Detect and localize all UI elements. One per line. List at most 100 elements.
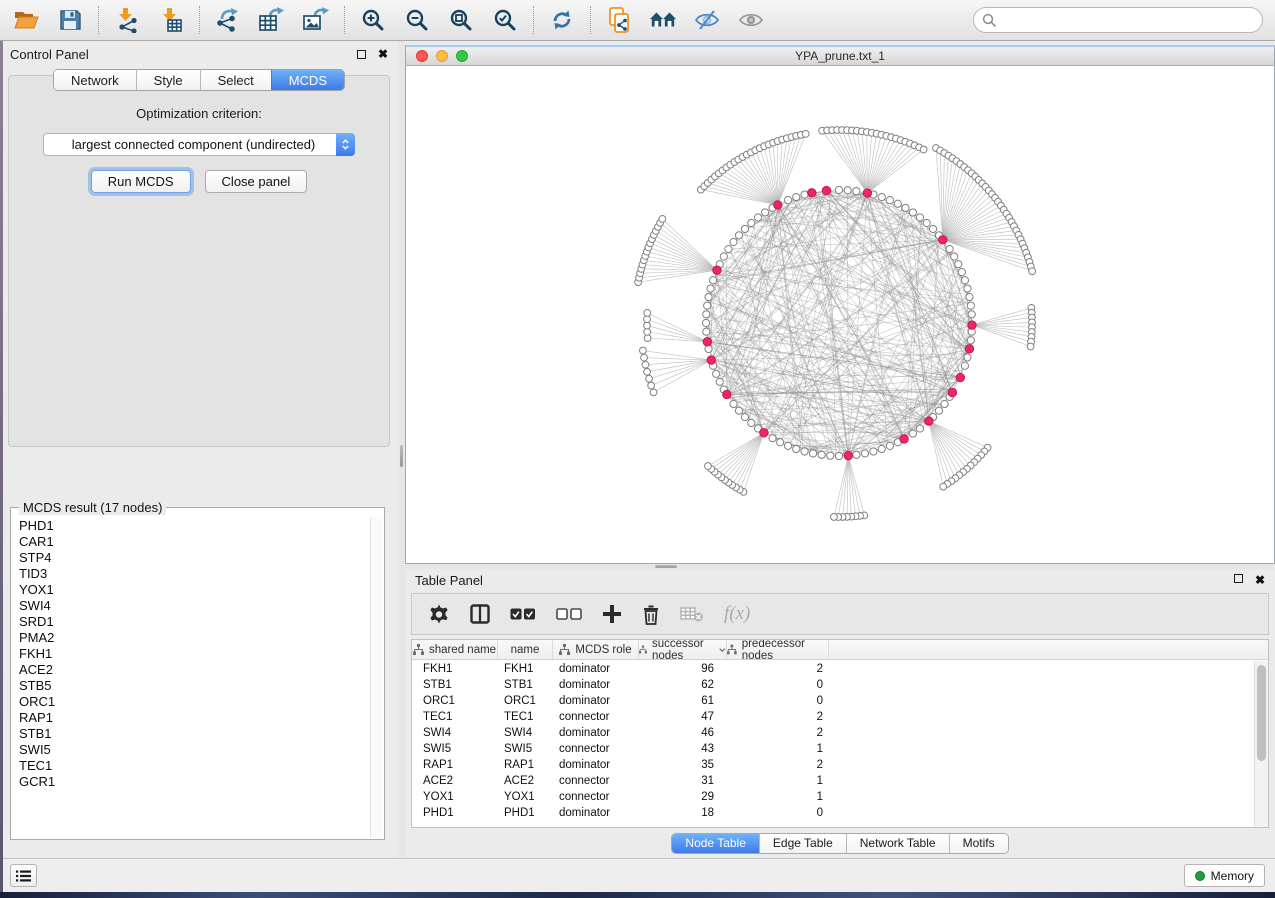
maximize-window-icon[interactable]	[456, 50, 468, 62]
cell-successor-nodes: 47	[639, 711, 727, 723]
network-window-titlebar[interactable]: YPA_prune.txt_1	[406, 47, 1274, 66]
splitter-grip[interactable]	[400, 445, 403, 467]
mcds-result-item[interactable]: PMA2	[12, 630, 383, 646]
tab-node-table[interactable]: Node Table	[672, 834, 759, 853]
mcds-result-item[interactable]: SWI5	[12, 742, 383, 758]
table-row[interactable]: FKH1FKH1dominator962	[412, 661, 1254, 677]
table-row[interactable]: TEC1TEC1connector472	[412, 709, 1254, 725]
delete-icon[interactable]	[642, 599, 660, 629]
table-scrollbar[interactable]	[1254, 661, 1268, 827]
zoom-out-icon[interactable]	[403, 6, 431, 34]
network-graph[interactable]	[406, 66, 1274, 563]
mcds-result-item[interactable]: STP4	[12, 550, 383, 566]
mcds-result-item[interactable]: ORC1	[12, 694, 383, 710]
close-window-icon[interactable]	[416, 50, 428, 62]
table-row[interactable]: RAP1RAP1dominator352	[412, 757, 1254, 773]
mcds-result-item[interactable]: PHD1	[12, 518, 383, 534]
mcds-result-item[interactable]: STB5	[12, 678, 383, 694]
mcds-result-scrollbar[interactable]	[370, 517, 383, 838]
mcds-result-item[interactable]: FKH1	[12, 646, 383, 662]
add-icon[interactable]	[602, 599, 622, 629]
tab-motifs[interactable]: Motifs	[949, 834, 1008, 853]
open-file-icon[interactable]	[12, 6, 40, 34]
mcds-result-item[interactable]: STB1	[12, 726, 383, 742]
vertical-splitter[interactable]	[398, 41, 405, 858]
cell-shared-name: YOX1	[412, 791, 498, 803]
mcds-result-item[interactable]: SWI4	[12, 598, 383, 614]
tab-style[interactable]: Style	[136, 70, 200, 90]
delete-table-icon[interactable]	[680, 599, 704, 629]
column-label: successor nodes	[652, 639, 715, 662]
zoom-in-icon[interactable]	[359, 6, 387, 34]
table-row[interactable]: PHD1PHD1dominator180	[412, 805, 1254, 821]
column-header-MCDS-role[interactable]: MCDS role	[553, 640, 639, 659]
cell-successor-nodes: 46	[639, 727, 727, 739]
zoom-fit-icon[interactable]	[447, 6, 475, 34]
function-icon[interactable]: f(x)	[724, 599, 750, 629]
save-icon[interactable]	[56, 6, 84, 34]
close-panel-icon[interactable]: ✖	[1255, 574, 1265, 586]
zoom-selected-icon[interactable]	[491, 6, 519, 34]
tab-edge-table[interactable]: Edge Table	[759, 834, 846, 853]
show-eye-icon[interactable]	[737, 6, 765, 34]
float-panel-icon[interactable]	[357, 50, 366, 59]
column-header-predecessor-nodes[interactable]: predecessor nodes	[727, 640, 829, 659]
mcds-result-item[interactable]: TID3	[12, 566, 383, 582]
mcds-result-list[interactable]: PHD1CAR1STP4TID3YOX1SWI4SRD1PMA2FKH1ACE2…	[12, 517, 383, 838]
table-row[interactable]: STB1STB1dominator620	[412, 677, 1254, 693]
mcds-result-item[interactable]: RAP1	[12, 710, 383, 726]
export-network-icon[interactable]	[214, 6, 242, 34]
select-all-checkboxes-icon[interactable]	[510, 599, 536, 629]
hide-eye-icon[interactable]	[693, 6, 721, 34]
mcds-result-item[interactable]: CAR1	[12, 534, 383, 550]
copy-network-icon[interactable]	[605, 6, 633, 34]
close-panel-icon[interactable]: ✖	[378, 48, 388, 60]
table-scrollbar-thumb[interactable]	[1257, 665, 1266, 761]
houses-icon[interactable]	[649, 6, 677, 34]
export-image-icon[interactable]	[302, 6, 330, 34]
column-header-shared-name[interactable]: shared name	[412, 640, 498, 659]
mcds-result-item[interactable]: ACE2	[12, 662, 383, 678]
deselect-checkboxes-icon[interactable]	[556, 599, 582, 629]
optimization-select[interactable]: largest connected component (undirected)	[43, 133, 355, 156]
mcds-result-item[interactable]: YOX1	[12, 582, 383, 598]
table-row[interactable]: YOX1YOX1connector291	[412, 789, 1254, 805]
cell-predecessor-nodes: 2	[727, 711, 829, 723]
columns-icon[interactable]	[470, 599, 490, 629]
table-row[interactable]: ACE2ACE2connector311	[412, 773, 1254, 789]
column-header-successor-nodes[interactable]: successor nodes	[639, 640, 727, 659]
tab-network-table[interactable]: Network Table	[846, 834, 949, 853]
tab-select[interactable]: Select	[200, 70, 271, 90]
splitter-grip[interactable]	[655, 565, 677, 568]
import-table-icon[interactable]	[157, 6, 185, 34]
mcds-pane: Optimization criterion: largest connecte…	[8, 75, 390, 447]
memory-label: Memory	[1211, 869, 1254, 883]
search-input[interactable]	[973, 7, 1263, 33]
gear-icon[interactable]	[428, 599, 450, 629]
import-network-icon[interactable]	[113, 6, 141, 34]
float-panel-icon[interactable]	[1234, 574, 1243, 583]
table-row[interactable]: SWI4SWI4dominator462	[412, 725, 1254, 741]
close-panel-button[interactable]: Close panel	[205, 170, 308, 193]
mcds-result-item[interactable]: TEC1	[12, 758, 383, 774]
cell-predecessor-nodes: 1	[727, 775, 829, 787]
export-table-icon[interactable]	[258, 6, 286, 34]
task-history-button[interactable]	[10, 864, 37, 887]
network-canvas[interactable]	[406, 66, 1274, 563]
mcds-result-item[interactable]: SRD1	[12, 614, 383, 630]
mcds-result-item[interactable]: GCR1	[12, 774, 383, 790]
memory-button[interactable]: Memory	[1184, 864, 1265, 887]
column-header-name[interactable]: name	[498, 640, 553, 659]
refresh-icon[interactable]	[548, 6, 576, 34]
tab-mcds[interactable]: MCDS	[271, 70, 344, 90]
run-mcds-button[interactable]: Run MCDS	[91, 170, 191, 193]
table-row[interactable]: SWI5SWI5connector431	[412, 741, 1254, 757]
cell-shared-name: SWI5	[412, 743, 498, 755]
table-row[interactable]: ORC1ORC1dominator610	[412, 693, 1254, 709]
minimize-window-icon[interactable]	[436, 50, 448, 62]
cell-shared-name: ORC1	[412, 695, 498, 707]
tab-network[interactable]: Network	[54, 70, 136, 90]
desktop-wallpaper	[0, 892, 1275, 898]
cell-name: PHD1	[498, 807, 553, 819]
cell-name: SWI4	[498, 727, 553, 739]
